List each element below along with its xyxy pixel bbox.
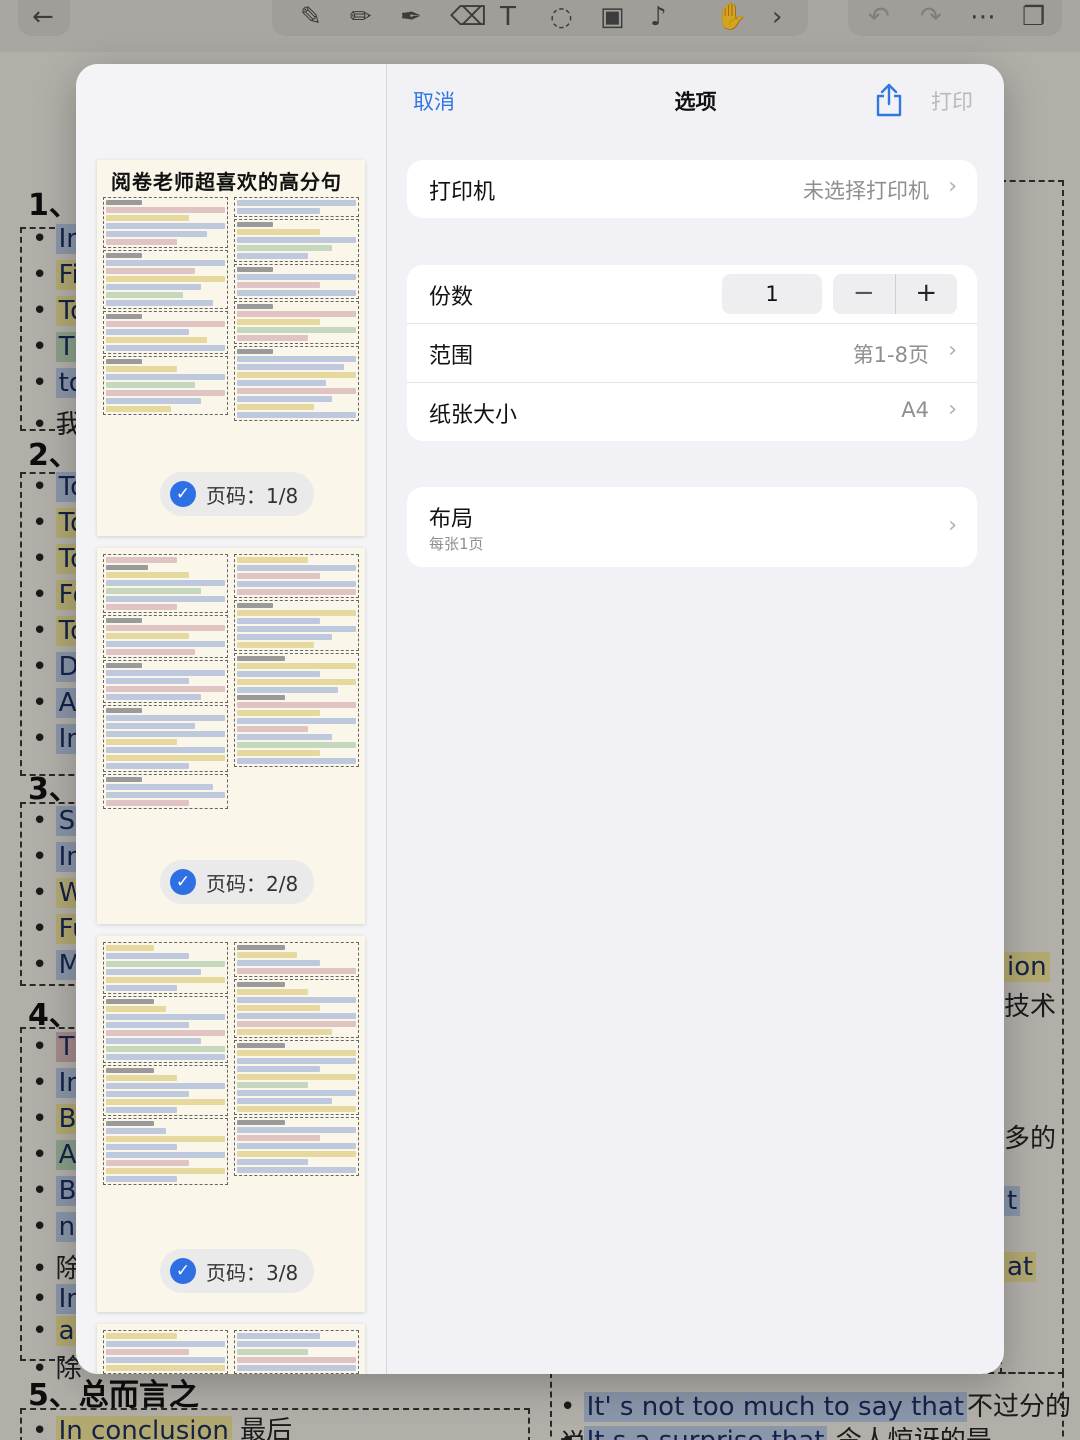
- share-icon[interactable]: [874, 82, 904, 118]
- dialog-nav-bar: 选项 取消 打印: [387, 64, 1004, 140]
- layout-subtitle: 每张1页: [429, 535, 484, 553]
- layout-row[interactable]: 布局 每张1页 ›: [407, 487, 977, 567]
- printer-value: 未选择打印机: [803, 179, 929, 203]
- page-number-label: 页码：3/8: [206, 1260, 299, 1285]
- print-options-dialog: 阅卷老师超喜欢的高分句 ✓ 页码：1/8 ✓ 页码：2/8 ✓ 页码：3/8 选…: [76, 64, 1004, 1374]
- checkmark-circle-icon[interactable]: ✓: [170, 481, 196, 507]
- page-thumbnail-4[interactable]: [97, 1324, 365, 1374]
- checkmark-circle-icon[interactable]: ✓: [170, 869, 196, 895]
- page-badge-1[interactable]: ✓ 页码：1/8: [160, 472, 315, 516]
- thumbnail-content: [97, 936, 365, 1185]
- paper-size-row[interactable]: 纸张大小 A4 ›: [407, 383, 977, 441]
- copies-stepper: − +: [833, 274, 957, 314]
- thumbnail-title: 阅卷老师超喜欢的高分句: [111, 170, 342, 194]
- copies-label: 份数: [429, 285, 474, 310]
- checkmark-circle-icon[interactable]: ✓: [170, 1258, 196, 1284]
- page-badge-3[interactable]: ✓ 页码：3/8: [160, 1249, 315, 1293]
- cancel-button[interactable]: 取消: [413, 86, 455, 116]
- paper-size-label: 纸张大小: [429, 403, 518, 428]
- thumbnail-content: [97, 197, 365, 421]
- thumbnail-content: [97, 548, 365, 809]
- thumbnail-content: [97, 1324, 365, 1374]
- print-preview-pane[interactable]: 阅卷老师超喜欢的高分句 ✓ 页码：1/8 ✓ 页码：2/8 ✓ 页码：3/8: [76, 64, 387, 1374]
- chevron-right-icon: ›: [948, 397, 957, 422]
- range-label: 范围: [429, 344, 474, 369]
- printer-row[interactable]: 打印机 未选择打印机 ›: [407, 160, 977, 218]
- printer-label: 打印机: [429, 180, 496, 205]
- printer-group: 打印机 未选择打印机 ›: [407, 160, 977, 218]
- print-options-pane: 选项 取消 打印 打印机 未选择打印机 › 份数 1 − + 范围 第1-8页 …: [387, 64, 1004, 1374]
- chevron-right-icon: ›: [948, 174, 957, 199]
- copies-row: 份数 1 − +: [407, 265, 977, 324]
- range-value: 第1-8页: [852, 343, 929, 367]
- layout-label: 布局: [429, 507, 474, 532]
- page-badge-2[interactable]: ✓ 页码：2/8: [160, 860, 315, 904]
- range-row[interactable]: 范围 第1-8页 ›: [407, 324, 977, 383]
- dialog-title: 选项: [674, 90, 717, 114]
- increment-button[interactable]: +: [896, 274, 958, 314]
- page-number-label: 页码：2/8: [206, 871, 299, 896]
- chevron-right-icon: ›: [948, 513, 957, 538]
- print-button[interactable]: 打印: [931, 86, 973, 116]
- decrement-button[interactable]: −: [833, 274, 896, 314]
- page-number-label: 页码：1/8: [206, 483, 299, 508]
- chevron-right-icon: ›: [948, 338, 957, 363]
- print-settings-group: 份数 1 − + 范围 第1-8页 › 纸张大小 A4 ›: [407, 265, 977, 441]
- paper-size-value: A4: [901, 398, 929, 422]
- copies-input[interactable]: 1: [722, 274, 822, 314]
- layout-group: 布局 每张1页 ›: [407, 487, 977, 567]
